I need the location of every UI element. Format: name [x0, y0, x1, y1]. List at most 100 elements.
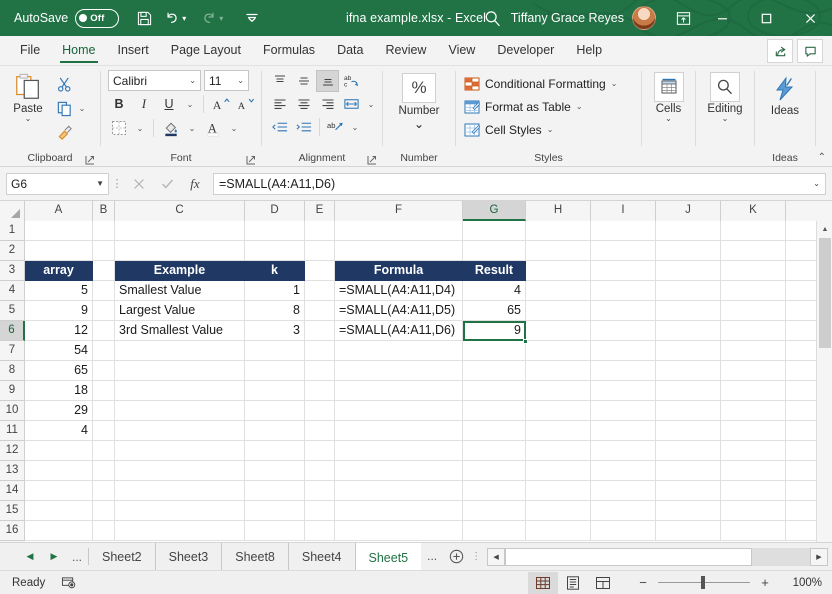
borders-dropdown-icon[interactable]: ⌄ [133, 117, 147, 139]
cell-J5[interactable] [656, 301, 721, 321]
cell-G4[interactable]: 4 [463, 281, 526, 301]
cell-D2[interactable] [245, 241, 305, 261]
sheet-overflow-right[interactable]: ... [421, 543, 443, 570]
cell-F12[interactable] [335, 441, 463, 461]
cell-F10[interactable] [335, 401, 463, 421]
orientation-button[interactable]: ab c [340, 70, 363, 92]
cell-B1[interactable] [93, 221, 115, 241]
cell-A5[interactable]: 9 [25, 301, 93, 321]
cell-A14[interactable] [25, 481, 93, 501]
align-bottom-button[interactable] [316, 70, 339, 92]
cell-J16[interactable] [656, 521, 721, 541]
cell-F2[interactable] [335, 241, 463, 261]
cell-D3[interactable]: k [245, 261, 305, 281]
column-header-F[interactable]: F [335, 201, 463, 221]
cell-G7[interactable] [463, 341, 526, 361]
cell-F7[interactable] [335, 341, 463, 361]
cell-G15[interactable] [463, 501, 526, 521]
cell-B11[interactable] [93, 421, 115, 441]
wrap-text-dropdown-icon[interactable]: ⌄ [364, 93, 378, 115]
cell-I9[interactable] [591, 381, 656, 401]
cell-I11[interactable] [591, 421, 656, 441]
cell-H10[interactable] [526, 401, 591, 421]
cell-J14[interactable] [656, 481, 721, 501]
name-box[interactable]: G6 ▼ [6, 172, 109, 195]
row-header-3[interactable]: 3 [0, 261, 25, 281]
cell-F8[interactable] [335, 361, 463, 381]
cell-H15[interactable] [526, 501, 591, 521]
cell-F13[interactable] [335, 461, 463, 481]
cell-D15[interactable] [245, 501, 305, 521]
cell-C6[interactable]: 3rd Smallest Value [115, 321, 245, 341]
cell-J12[interactable] [656, 441, 721, 461]
row-header-8[interactable]: 8 [0, 361, 25, 381]
normal-view-button[interactable] [528, 571, 558, 594]
cell-C12[interactable] [115, 441, 245, 461]
conditional-formatting-button[interactable]: Conditional Formatting ⌄ [456, 72, 617, 95]
align-right-button[interactable] [316, 93, 339, 115]
italic-button[interactable]: I [133, 93, 155, 115]
row-header-13[interactable]: 13 [0, 461, 25, 481]
sheet-tab-sheet5[interactable]: Sheet5 [355, 543, 422, 570]
cell-H13[interactable] [526, 461, 591, 481]
cell-D5[interactable]: 8 [245, 301, 305, 321]
ribbon-display-options-icon[interactable] [666, 3, 700, 33]
cell-J6[interactable] [656, 321, 721, 341]
cell-H2[interactable] [526, 241, 591, 261]
cell-B4[interactable] [93, 281, 115, 301]
column-header-A[interactable]: A [25, 201, 93, 221]
merge-and-center-button[interactable]: ab [324, 116, 347, 138]
undo-dropdown-icon[interactable]: ▾ [182, 14, 194, 23]
row-header-4[interactable]: 4 [0, 281, 25, 301]
add-sheet-plus-icon[interactable] [443, 543, 469, 570]
cell-D12[interactable] [245, 441, 305, 461]
cell-C8[interactable] [115, 361, 245, 381]
cell-B5[interactable] [93, 301, 115, 321]
cell-D4[interactable]: 1 [245, 281, 305, 301]
cell-E6[interactable] [305, 321, 335, 341]
cell-E11[interactable] [305, 421, 335, 441]
cell-G3[interactable]: Result [463, 261, 526, 281]
cell-H12[interactable] [526, 441, 591, 461]
cell-A8[interactable]: 65 [25, 361, 93, 381]
cell-E5[interactable] [305, 301, 335, 321]
sheet-tab-sheet8[interactable]: Sheet8 [222, 543, 289, 570]
sheet-overflow-left[interactable]: ... [66, 544, 88, 570]
cell-A9[interactable]: 18 [25, 381, 93, 401]
column-header-H[interactable]: H [526, 201, 591, 221]
cell-H11[interactable] [526, 421, 591, 441]
cell-A12[interactable] [25, 441, 93, 461]
increase-font-size-button[interactable]: A [210, 93, 232, 115]
column-header-extra[interactable] [786, 201, 832, 221]
fill-handle[interactable] [523, 339, 528, 344]
cell-I13[interactable] [591, 461, 656, 481]
row-header-6[interactable]: 6 [0, 321, 25, 341]
cell-A13[interactable] [25, 461, 93, 481]
customize-quick-access-toolbar-icon[interactable] [239, 5, 265, 31]
cell-C13[interactable] [115, 461, 245, 481]
font-dialog-launcher[interactable] [244, 153, 257, 166]
cell-C9[interactable] [115, 381, 245, 401]
next-sheet-icon[interactable]: ▶ [42, 544, 66, 570]
cell-D6[interactable]: 3 [245, 321, 305, 341]
cell-G13[interactable] [463, 461, 526, 481]
record-macro-icon[interactable] [59, 576, 77, 590]
bold-button[interactable]: B [108, 93, 130, 115]
font-name-dropdown-icon[interactable]: ⌄ [189, 76, 200, 85]
cell-G12[interactable] [463, 441, 526, 461]
cell-K10[interactable] [721, 401, 786, 421]
cell-E14[interactable] [305, 481, 335, 501]
cell-E2[interactable] [305, 241, 335, 261]
cell-K13[interactable] [721, 461, 786, 481]
share-button[interactable] [767, 39, 793, 63]
paste-dropdown-icon[interactable]: ⌄ [25, 115, 32, 123]
tab-view[interactable]: View [437, 36, 486, 65]
cell-D10[interactable] [245, 401, 305, 421]
cell-H16[interactable] [526, 521, 591, 541]
expand-formula-bar-icon[interactable]: ⌄ [813, 179, 820, 188]
format-as-table-button[interactable]: Format as Table ⌄ [456, 95, 583, 118]
previous-sheet-icon[interactable]: ◀ [18, 544, 42, 570]
tab-insert[interactable]: Insert [107, 36, 160, 65]
row-header-7[interactable]: 7 [0, 341, 25, 361]
cell-K2[interactable] [721, 241, 786, 261]
